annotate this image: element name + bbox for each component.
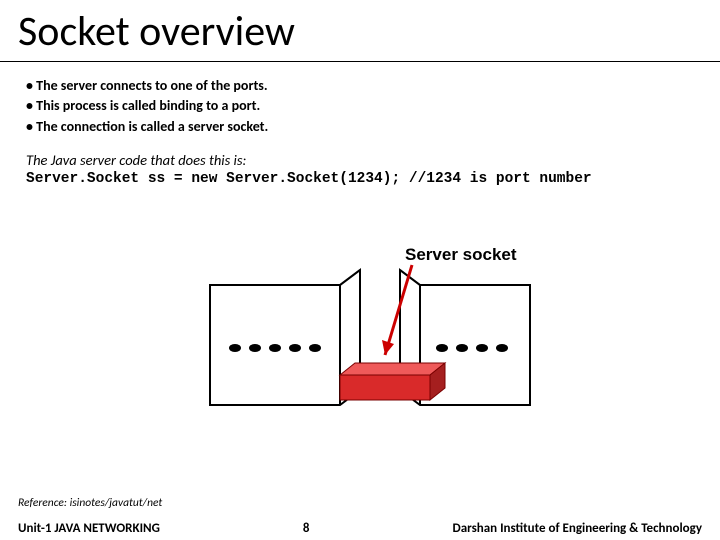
slide-title: Socket overview	[0, 0, 720, 62]
server-socket-svg: Server socket	[180, 240, 540, 440]
footer-page-number: 8	[160, 521, 453, 536]
server-socket-figure: Server socket	[0, 240, 720, 440]
bullet-text: • This process is called binding to a po…	[26, 96, 260, 116]
intro-text: The Java server code that does this is:	[0, 137, 720, 171]
footer-unit: Unit-1 JAVA NETWORKING	[0, 521, 160, 536]
figure-label: Server socket	[405, 245, 517, 264]
footer-institute: Darshan Institute of Engineering & Techn…	[453, 521, 720, 536]
socket-box	[340, 363, 445, 400]
bullet-item: • The server connects to one of the port…	[26, 76, 694, 96]
left-panel	[210, 270, 360, 405]
bullet-list: • The server connects to one of the port…	[0, 76, 720, 137]
reference-text: Reference: isinotes/javatut/net	[18, 496, 162, 510]
bullet-item: • This process is called binding to a po…	[26, 96, 694, 116]
slide-footer: Unit-1 JAVA NETWORKING 8 Darshan Institu…	[0, 516, 720, 540]
bullet-text: • The connection is called a server sock…	[26, 117, 268, 137]
bullet-text: • The server connects to one of the port…	[26, 76, 268, 96]
code-line: Server.Socket ss = new Server.Socket(123…	[0, 171, 720, 187]
bullet-item: • The connection is called a server sock…	[26, 117, 694, 137]
